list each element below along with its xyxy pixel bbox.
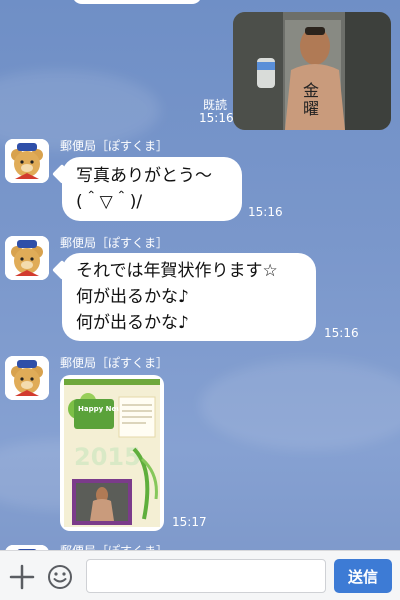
message-time: 15:16 (199, 111, 234, 125)
message-time: 15:16 (248, 205, 283, 219)
svg-text:金: 金 (303, 81, 319, 100)
sent-photo[interactable]: 金 曜 (233, 12, 391, 130)
sender-name: 郵便局［ぽすくま］ (60, 236, 169, 250)
avatar[interactable] (5, 356, 49, 400)
svg-text:曜: 曜 (303, 99, 319, 118)
send-button[interactable]: 送信 (334, 559, 392, 593)
message-line: 何が出るかな♪ (76, 313, 189, 333)
message-line: 写真ありがとう〜 (76, 166, 212, 186)
previous-bubble-edge (72, 0, 202, 4)
message-input[interactable] (86, 559, 326, 593)
sender-name: 郵便局［ぽすくま］ (60, 542, 168, 550)
card-year: 2015 (74, 443, 141, 471)
sender-name: 郵便局［ぽすくま］ (60, 139, 169, 153)
message-time: 15:17 (172, 515, 207, 529)
chat-area[interactable]: 金 曜 既読 15:16 郵便局［ぽすくま］ 写真ありがとう〜 (＾▽＾)/ 1… (0, 0, 400, 550)
message-bubble[interactable]: 写真ありがとう〜 (＾▽＾)/ (62, 157, 242, 221)
avatar[interactable] (5, 236, 49, 280)
input-bar: 送信 (0, 550, 400, 600)
sender-name: 郵便局［ぽすくま］ (60, 356, 169, 370)
message-line: それでは年賀状作ります☆ (76, 261, 278, 281)
message-time: 15:16 (324, 326, 359, 340)
new-year-card-image[interactable]: Happy New Year! 2015 (60, 375, 164, 531)
message-bubble[interactable]: それでは年賀状作ります☆ 何が出るかな♪ 何が出るかな♪ (62, 253, 316, 341)
message-line: 何が出るかな♪ (76, 287, 189, 307)
plus-icon[interactable] (8, 563, 36, 591)
message-line: (＾▽＾)/ (76, 192, 143, 212)
avatar[interactable] (5, 139, 49, 183)
smiley-icon[interactable] (46, 563, 74, 591)
